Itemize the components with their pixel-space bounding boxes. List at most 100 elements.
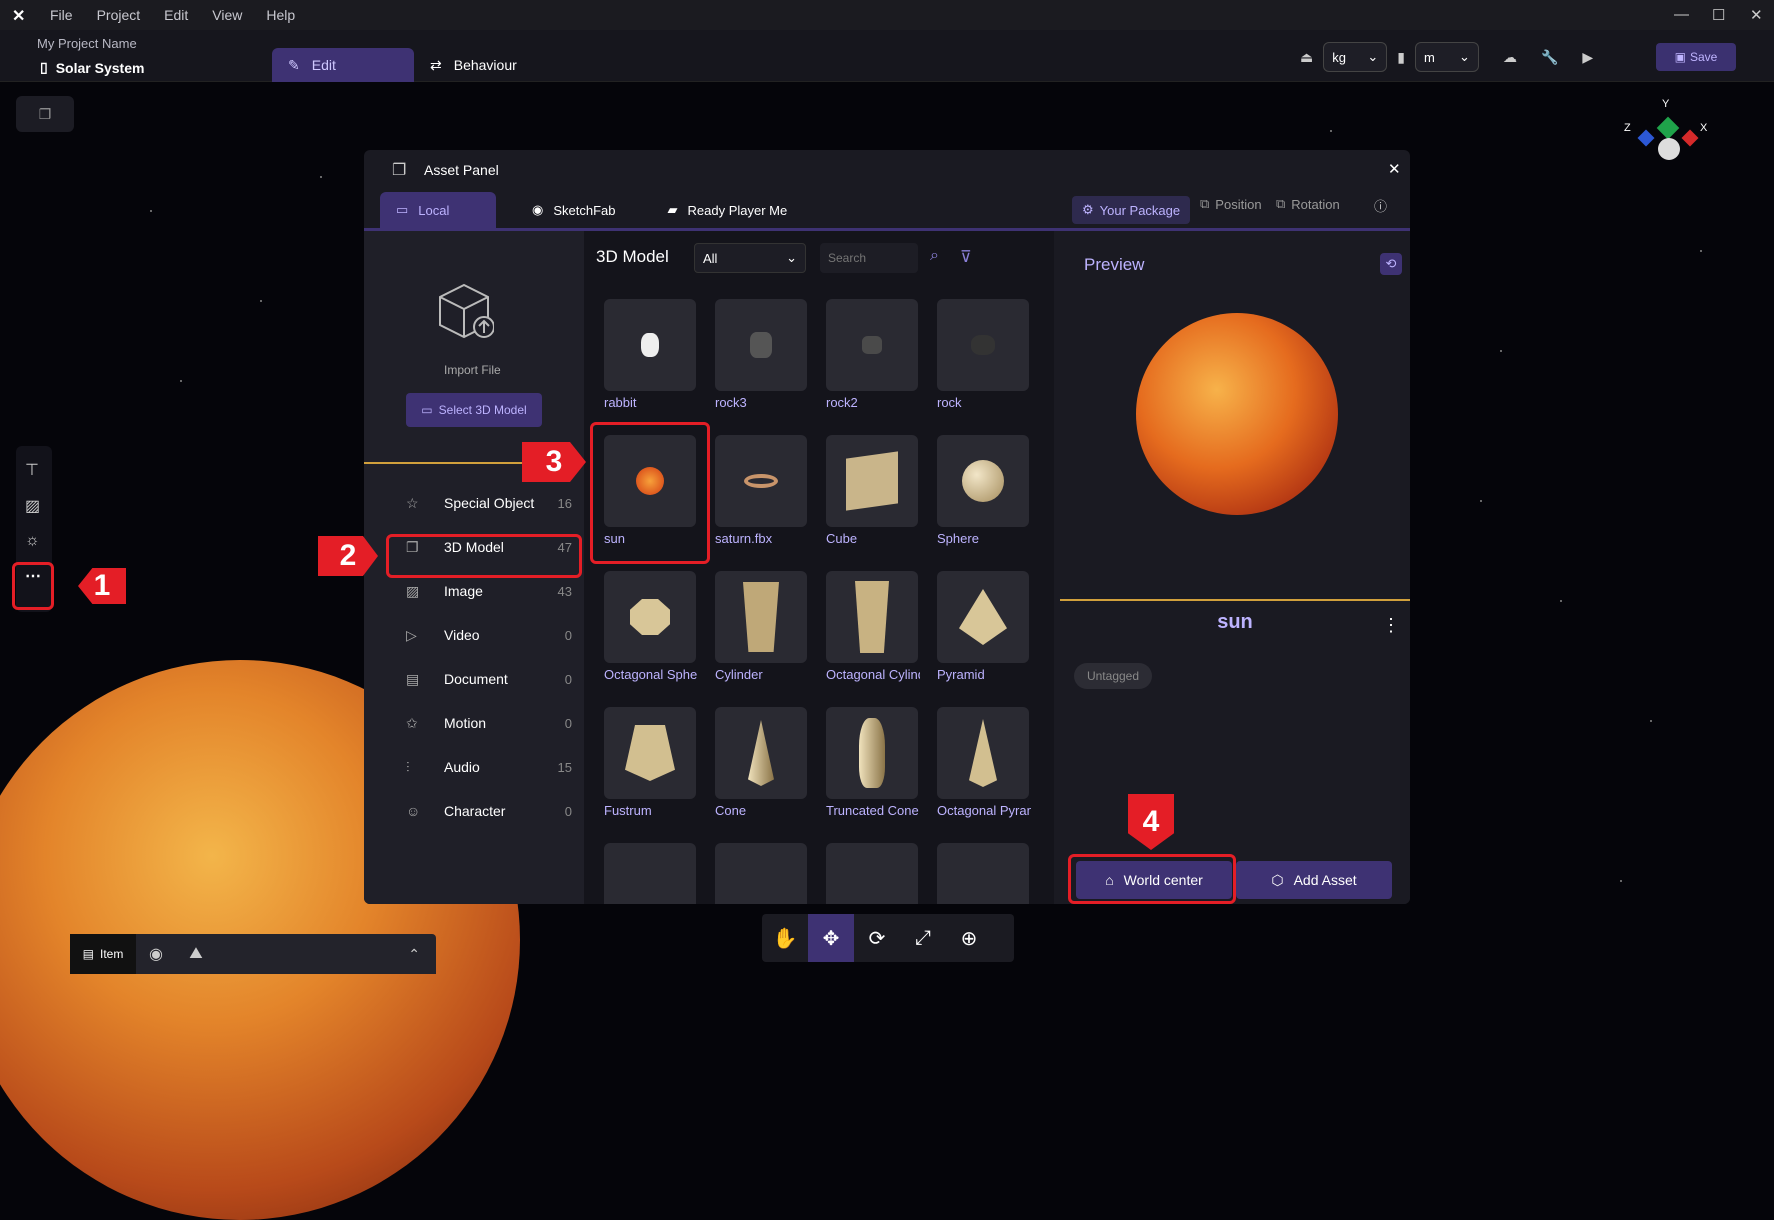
- close-window-icon[interactable]: ✕: [1750, 6, 1763, 24]
- close-icon[interactable]: ✕: [1388, 160, 1401, 178]
- hand-icon[interactable]: ✋: [762, 914, 808, 962]
- model-card-sphere[interactable]: Sphere: [937, 435, 1033, 546]
- environment-icon[interactable]: ⛰: [176, 945, 216, 963]
- model-card-saturn[interactable]: saturn.fbx: [715, 435, 811, 546]
- info-icon[interactable]: ⓘ: [1374, 196, 1387, 215]
- model-card-octagonal-cylinder[interactable]: Octagonal Cylinder: [826, 571, 922, 682]
- category-count: 0: [564, 671, 572, 687]
- select-3d-model-button[interactable]: ▭ Select 3D Model: [406, 393, 542, 427]
- text-icon[interactable]: ⊤: [25, 460, 39, 480]
- menu-file[interactable]: File: [38, 7, 85, 23]
- model-card-rabbit[interactable]: rabbit: [604, 299, 700, 410]
- model-card-cone[interactable]: Cone: [715, 707, 811, 818]
- search-input[interactable]: [820, 243, 918, 273]
- item-tab-label: Item: [100, 947, 124, 961]
- tag-badge[interactable]: Untagged: [1074, 663, 1152, 689]
- category-motion[interactable]: ✩ Motion 0: [406, 707, 576, 739]
- search-icon[interactable]: ⌕: [930, 247, 939, 265]
- add-asset-button[interactable]: ⬡ Add Asset: [1236, 861, 1392, 899]
- model-card-partial[interactable]: [604, 843, 700, 904]
- tab-behaviour[interactable]: ⇄ Behaviour: [430, 48, 517, 82]
- thumbnail: [826, 571, 918, 663]
- move-icon[interactable]: ✥: [808, 914, 854, 962]
- play-circle-icon: ▷: [406, 626, 417, 643]
- tab-local[interactable]: ▭ Local: [380, 192, 496, 228]
- folder-icon: ▭: [421, 403, 433, 417]
- model-card-pyramid[interactable]: Pyramid: [937, 571, 1033, 682]
- add-asset-label: Add Asset: [1293, 872, 1357, 888]
- scene-selector[interactable]: ▯ Solar System: [40, 59, 144, 76]
- model-card-rock[interactable]: rock: [937, 299, 1033, 410]
- highlight-world-center: [1068, 854, 1236, 904]
- menu-view[interactable]: View: [200, 7, 254, 23]
- rotation-toggle[interactable]: ⧉ Rotation: [1276, 196, 1340, 212]
- filter-value: All: [703, 250, 718, 266]
- model-label: Octagonal Pyramid: [937, 803, 1031, 818]
- category-image[interactable]: ▨ Image 43: [406, 575, 576, 607]
- model-card-rock2[interactable]: rock2: [826, 299, 922, 410]
- maximize-icon[interactable]: ☐: [1712, 6, 1725, 24]
- kebab-menu-icon[interactable]: ⋮: [1382, 615, 1400, 636]
- item-tab[interactable]: ▤ Item: [70, 934, 136, 974]
- refresh-icon[interactable]: ⟲: [1380, 253, 1402, 275]
- chevron-down-icon: ⌄: [1459, 49, 1470, 64]
- tab-behaviour-label: Behaviour: [453, 57, 517, 73]
- your-package-button[interactable]: ⚙ Your Package: [1072, 196, 1191, 224]
- minimize-icon[interactable]: —: [1674, 6, 1689, 23]
- model-label: rabbit: [604, 395, 637, 410]
- image-icon[interactable]: ▨: [25, 496, 40, 516]
- model-card-partial[interactable]: [937, 843, 1033, 904]
- model-card-octagonal-sphere[interactable]: Octagonal Sphere: [604, 571, 700, 682]
- model-card-octagonal-pyramid[interactable]: Octagonal Pyramid: [937, 707, 1033, 818]
- length-unit-select[interactable]: m ⌄: [1414, 42, 1479, 72]
- rotation-icon: ⧉: [1276, 196, 1286, 211]
- menu-edit[interactable]: Edit: [152, 7, 200, 23]
- character-icon: ☺: [406, 803, 421, 819]
- category-label: Video: [444, 627, 480, 643]
- your-package-label: Your Package: [1099, 202, 1181, 218]
- axis-gizmo[interactable]: Y X Z: [1624, 94, 1710, 184]
- category-audio[interactable]: ⫶ Audio 15: [406, 751, 576, 783]
- pivot-icon[interactable]: ⊕: [946, 914, 992, 962]
- cloud-icon[interactable]: ☁: [1503, 49, 1517, 66]
- rotate-icon[interactable]: ⟳: [854, 914, 900, 962]
- tab-ready-player-me[interactable]: ▰ Ready Player Me: [652, 192, 804, 228]
- camera-icon[interactable]: ◉: [136, 944, 176, 964]
- duplicate-view-button[interactable]: ❐: [16, 96, 74, 132]
- model-card-fustrum[interactable]: Fustrum: [604, 707, 700, 818]
- model-card-cube[interactable]: Cube: [826, 435, 922, 546]
- position-toggle[interactable]: ⧉ Position: [1200, 196, 1262, 212]
- filter-icon[interactable]: ⊽: [960, 247, 972, 267]
- tab-sketchfab[interactable]: ◉ SketchFab: [516, 192, 632, 228]
- category-video[interactable]: ▷ Video 0: [406, 619, 576, 651]
- rpm-icon: ▰: [667, 202, 678, 217]
- scale-icon[interactable]: ⤢: [900, 914, 946, 962]
- wrench-icon[interactable]: 🔧: [1541, 49, 1558, 66]
- mass-unit-select[interactable]: kg ⌄: [1323, 42, 1388, 72]
- preview-sphere[interactable]: [1136, 313, 1338, 515]
- play-icon[interactable]: ▶: [1582, 49, 1593, 66]
- menu-help[interactable]: Help: [254, 7, 307, 23]
- light-icon[interactable]: ☼: [25, 532, 40, 550]
- panel-icon: ❐: [392, 162, 407, 179]
- category-special-object[interactable]: ☆ Special Object 16: [406, 487, 576, 519]
- model-card-partial[interactable]: [826, 843, 922, 904]
- tab-edit[interactable]: ✎ Edit: [272, 48, 414, 82]
- import-cube-icon[interactable]: [434, 281, 495, 341]
- thumbnail: [937, 571, 1029, 663]
- model-card-cylinder[interactable]: Cylinder: [715, 571, 811, 682]
- model-label: Cone: [715, 803, 747, 818]
- model-card-truncated-cone[interactable]: Truncated Cone: [826, 707, 922, 818]
- chevron-up-icon[interactable]: ⌃: [408, 946, 420, 963]
- item-bar: ▤ Item ◉ ⛰ ⌃: [70, 934, 436, 974]
- model-card-partial[interactable]: [715, 843, 811, 904]
- category-character[interactable]: ☺ Character 0: [406, 795, 576, 827]
- category-document[interactable]: ▤ Document 0: [406, 663, 576, 695]
- position-label: Position: [1215, 196, 1262, 212]
- import-file-label: Import File: [444, 363, 501, 377]
- model-card-rock3[interactable]: rock3: [715, 299, 811, 410]
- menu-project[interactable]: Project: [85, 7, 153, 23]
- thumbnail: [715, 707, 807, 799]
- filter-dropdown[interactable]: All ⌄: [694, 243, 806, 273]
- save-button[interactable]: ▣ Save: [1656, 43, 1736, 71]
